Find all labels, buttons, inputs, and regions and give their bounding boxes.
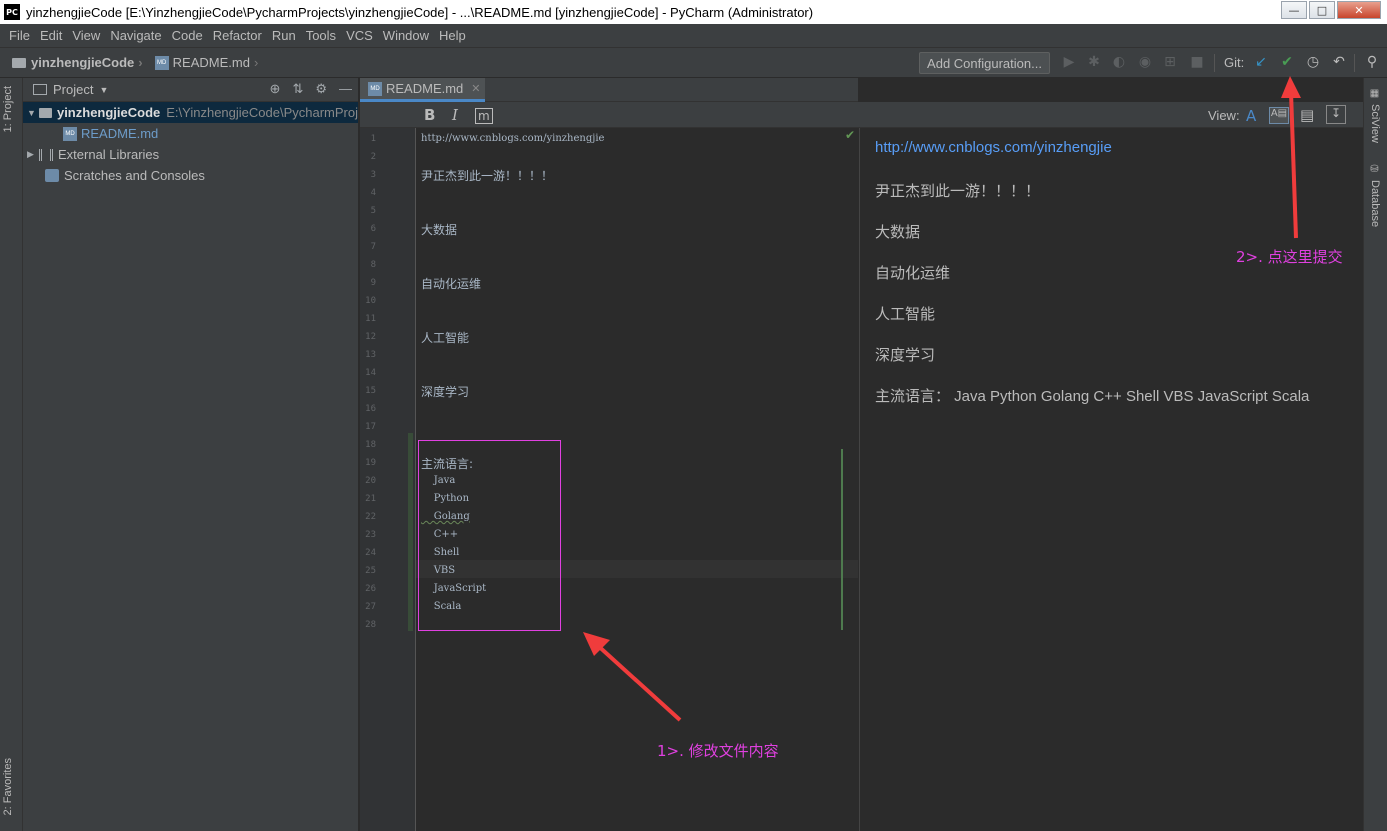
annotation-step2: 2>. 点这里提交 [1236, 248, 1343, 266]
annotation-arrows [583, 76, 1301, 722]
arrow-to-edited-content [593, 641, 682, 722]
annotation-step1: 1>. 修改文件内容 [657, 742, 779, 760]
arrowhead-icon [1281, 76, 1301, 98]
arrow-to-commit-button [1289, 91, 1298, 239]
